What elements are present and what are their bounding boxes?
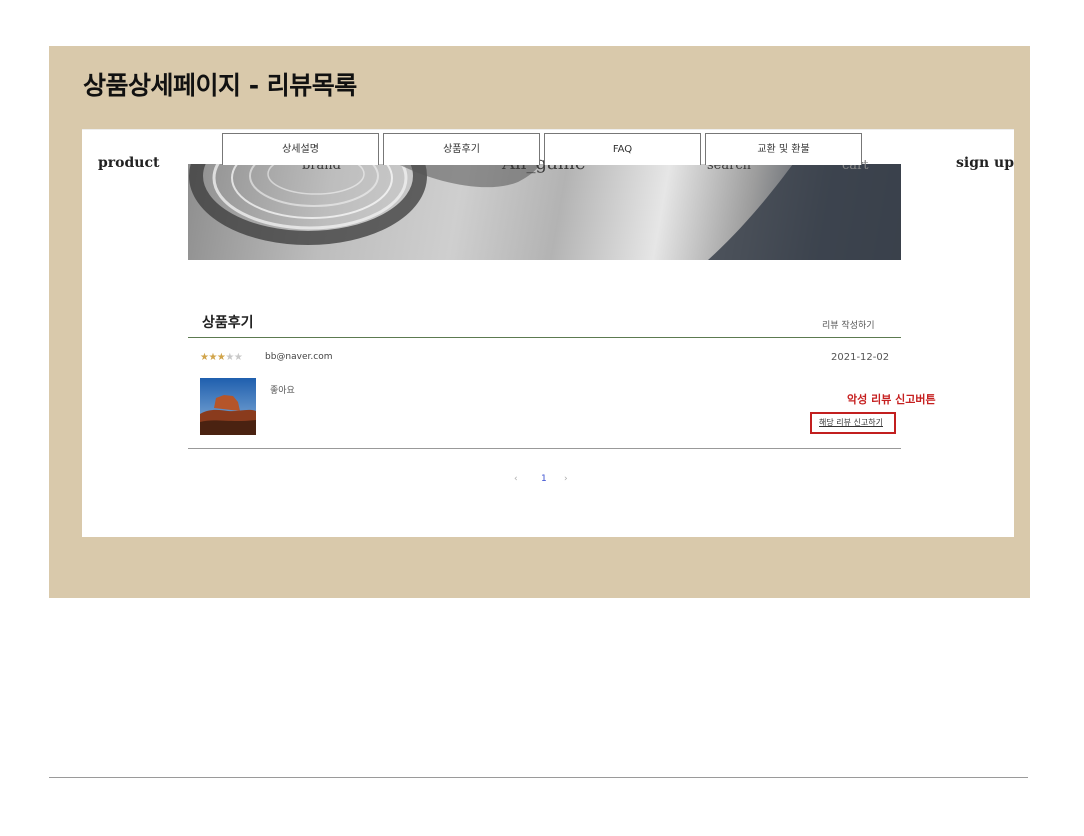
tab-reviews[interactable]: 상품후기 (383, 133, 540, 165)
pagination-next-icon[interactable]: › (564, 474, 568, 484)
report-review-button[interactable]: 해당 리뷰 신고하기 (819, 417, 883, 428)
review-date: 2021-12-02 (831, 352, 890, 363)
star-empty-icons: ★★ (225, 352, 243, 363)
reviews-heading: 상품후기 (202, 315, 254, 331)
hero-swirl-art (189, 164, 901, 260)
pagination-page-1[interactable]: 1 (541, 474, 547, 484)
slide-title: 상품상세페이지 - 리뷰목록 (83, 71, 357, 100)
tab-detail[interactable]: 상세설명 (222, 133, 379, 165)
reviewer-email: bb@naver.com (265, 352, 333, 362)
star-filled-icons: ★★★ (200, 352, 226, 363)
review-divider (188, 448, 901, 449)
screenshot-frame: product sign up brand All_game search ca… (82, 129, 1014, 537)
tab-exchange-refund[interactable]: 교환 및 환불 (705, 133, 862, 165)
hero-banner-image (188, 164, 901, 260)
top-divider (82, 129, 1014, 130)
review-photo-thumbnail[interactable] (200, 378, 256, 435)
footer-divider (49, 777, 1028, 778)
rating-stars: ★★★★★ (200, 352, 243, 363)
annotation-label: 악성 리뷰 신고버튼 (847, 393, 936, 406)
nav-product-link[interactable]: product (98, 155, 159, 171)
heading-divider (188, 337, 901, 338)
nav-signup-link[interactable]: sign up (956, 155, 1014, 171)
pagination-prev-icon[interactable]: ‹ (514, 474, 518, 484)
tab-faq[interactable]: FAQ (544, 133, 701, 165)
write-review-button[interactable]: 리뷰 작성하기 (822, 318, 875, 331)
review-body-text: 좋아요 (270, 386, 295, 396)
desert-landscape-image (200, 378, 256, 435)
